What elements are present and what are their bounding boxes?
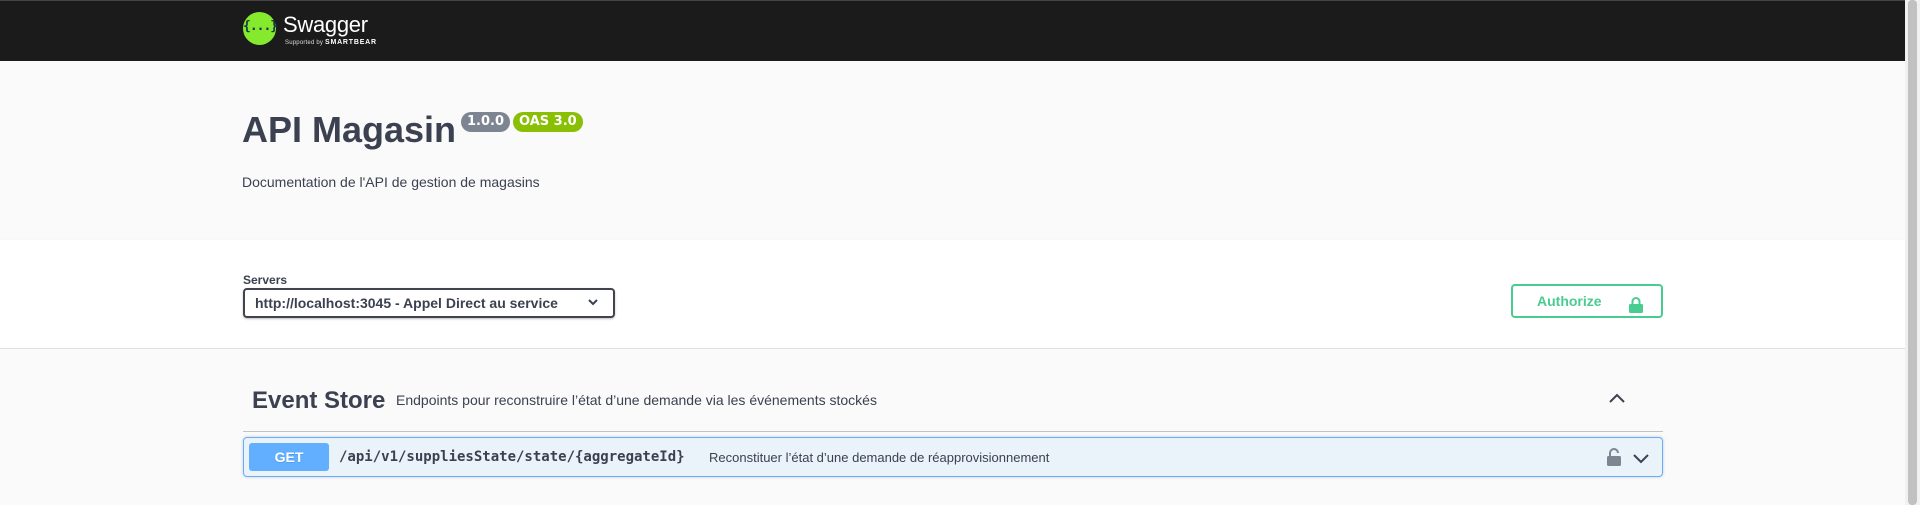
chevron-down-icon [587,290,599,325]
servers-selected-value: http://localhost:3045 - Appel Direct au … [255,295,558,311]
logo-title: Swagger [283,12,368,37]
logo-brand-text: SMARTBEAR [324,39,377,46]
operation-get-supplies-state[interactable]: GET /api/v1/suppliesState/state/{aggrega… [243,437,1663,477]
info-section: API Magasin 1.0.0 OAS 3.0 Documentation … [0,61,1905,240]
scrollbar-thumb[interactable] [1908,0,1917,505]
tag-name: Event Store [252,387,386,414]
swagger-logo[interactable]: {...} Swagger Supported by SMARTBEAR [243,12,377,46]
page-scrollbar[interactable] [1905,0,1920,505]
operation-summary: Reconstituer l’état d’une demande de réa… [709,450,1050,465]
servers-select[interactable]: http://localhost:3045 - Appel Direct au … [243,288,615,318]
authorize-button[interactable]: Authorize [1511,284,1663,318]
logo-supported-text: Supported by [285,40,324,46]
tag-header-event-store[interactable]: Event Store Endpoints pour reconstruire … [243,349,1663,432]
version-badge: 1.0.0 [461,112,511,132]
swagger-logo-icon: {...} [243,12,278,45]
operations-section: Event Store Endpoints pour reconstruire … [0,349,1905,505]
api-description: Documentation de l'API de gestion de mag… [242,174,540,190]
chevron-down-icon[interactable] [1632,451,1650,464]
authorize-label: Authorize [1537,293,1602,309]
servers-section: Servers http://localhost:3045 - Appel Di… [0,240,1905,349]
chevron-up-icon[interactable] [1607,391,1627,405]
page-title: API Magasin [242,109,457,150]
tag-description: Endpoints pour reconstruire l’état d’une… [396,392,877,408]
method-badge: GET [249,443,329,471]
servers-label: Servers [243,273,288,287]
oas-badge: OAS 3.0 [513,112,583,132]
operation-path: /api/v1/suppliesState/state/{aggregateId… [339,449,685,465]
lock-icon [1629,293,1643,313]
top-bar: {...} Swagger Supported by SMARTBEAR [0,0,1905,61]
lock-icon[interactable] [1606,448,1622,466]
